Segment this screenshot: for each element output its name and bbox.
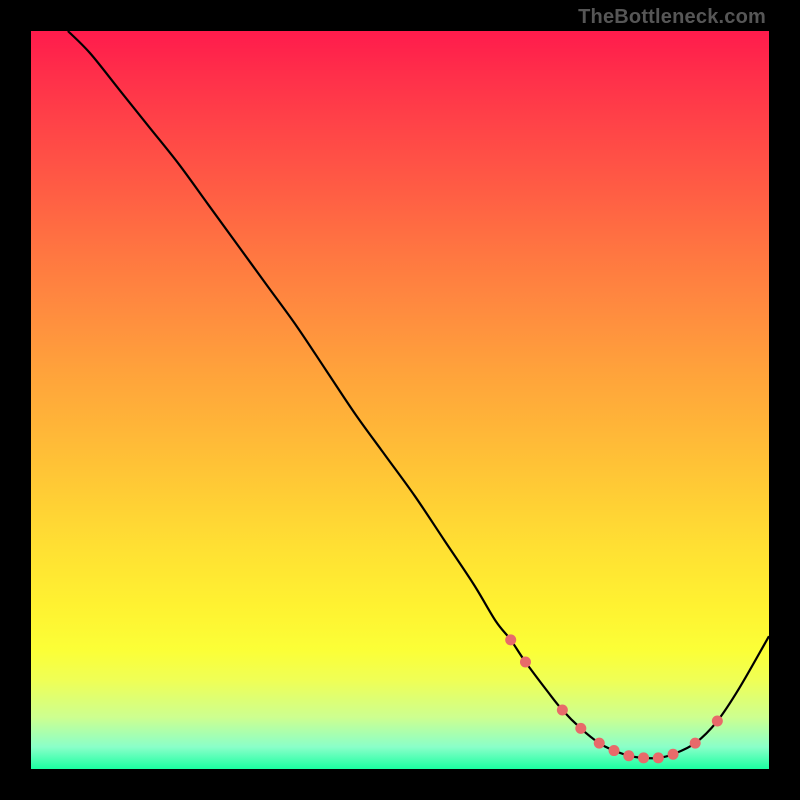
- chart-container: TheBottleneck.com: [0, 0, 800, 800]
- curve-marker: [690, 738, 701, 749]
- curve-marker: [609, 745, 620, 756]
- curve-marker: [557, 704, 568, 715]
- curve-marker: [505, 634, 516, 645]
- chart-curve-layer: [31, 31, 769, 769]
- curve-line: [68, 31, 769, 758]
- curve-marker: [623, 750, 634, 761]
- curve-marker: [668, 749, 679, 760]
- watermark-text: TheBottleneck.com: [578, 6, 766, 29]
- curve-marker: [575, 723, 586, 734]
- curve-marker: [712, 716, 723, 727]
- curve-marker: [638, 752, 649, 763]
- curve-marker: [653, 752, 664, 763]
- curve-marker: [520, 656, 531, 667]
- curve-marker: [594, 738, 605, 749]
